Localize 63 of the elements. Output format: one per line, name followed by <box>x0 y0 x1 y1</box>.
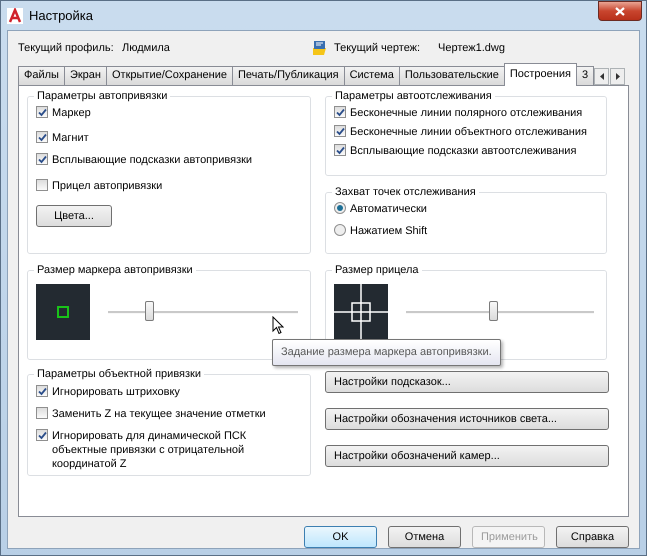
profile-label: Текущий профиль: <box>18 42 115 54</box>
radio-button[interactable] <box>334 202 346 214</box>
tab[interactable]: Экран <box>64 66 107 86</box>
colors-button[interactable]: Цвета... <box>36 205 112 227</box>
checkbox-label: Бесконечные линии полярного отслеживания <box>350 106 582 120</box>
left-arrow-icon <box>600 73 604 80</box>
group-title: Параметры объектной привязки <box>36 368 202 380</box>
scroll-left-button[interactable] <box>594 68 610 85</box>
checkbox-label: Бесконечные линии объектного отслеживания <box>350 125 587 139</box>
group-title: Параметры автоотслеживания <box>334 90 493 102</box>
settings-button[interactable]: Настройки подсказок... <box>325 371 609 393</box>
checkbox-label: Игнорировать для динамической ПСК объектные привязки с отрицательной координатой Z <box>52 429 248 471</box>
checkbox[interactable] <box>36 407 48 419</box>
tab[interactable]: Открытие/Сохранение <box>106 66 233 86</box>
checkbox-label: Маркер <box>52 106 91 120</box>
slider-thumb[interactable] <box>489 300 498 320</box>
radio-label: Нажатием Shift <box>350 224 428 238</box>
checkbox-label: Магнит <box>52 131 89 145</box>
checkbox[interactable] <box>36 106 48 118</box>
group-title: Размер прицела <box>334 264 420 276</box>
checkbox-label: Всплывающие подсказки автоотслеживания <box>350 144 576 158</box>
checkbox-label: Заменить Z на текущее значение отметки <box>52 407 266 421</box>
dialog-button[interactable]: OK <box>304 526 377 548</box>
dialog-button[interactable]: Отмена <box>388 526 461 548</box>
checkbox-label: Прицел автопривязки <box>52 179 162 193</box>
close-icon <box>615 6 625 16</box>
settings-button[interactable]: Настройки обозначения источников света... <box>325 408 609 430</box>
group-title: Размер маркера автопривязки <box>36 264 194 276</box>
tab[interactable]: Файлы <box>18 66 65 86</box>
tab[interactable]: Построения <box>504 63 577 86</box>
checkbox[interactable] <box>36 179 48 191</box>
square-marker-icon <box>57 306 69 318</box>
close-button[interactable] <box>598 1 642 21</box>
right-arrow-icon <box>616 73 620 80</box>
checkbox[interactable] <box>36 385 48 397</box>
crosshair-preview <box>334 284 388 340</box>
mouse-cursor-icon <box>272 316 284 335</box>
drawing-value: Чертеж1.dwg <box>438 42 505 54</box>
tab[interactable]: Печать/Публикация <box>232 66 345 86</box>
dialog-button[interactable]: Справка <box>556 526 629 548</box>
window-title: Настройка <box>29 8 94 23</box>
group-title: Захват точек отслеживания <box>334 186 477 198</box>
checkbox[interactable] <box>334 125 346 137</box>
checkbox[interactable] <box>334 144 346 156</box>
radio-label: Автоматически <box>350 202 427 216</box>
checkbox[interactable] <box>334 106 346 118</box>
group-title: Параметры автопривязки <box>36 90 168 102</box>
drawing-label: Текущий чертеж: <box>334 42 422 54</box>
radio-button[interactable] <box>334 224 346 236</box>
app-logo-icon <box>7 8 23 24</box>
checkbox-label: Всплывающие подсказки автопривязки <box>52 153 252 167</box>
tab[interactable]: Пользовательские <box>398 66 505 86</box>
checkbox-label: Игнорировать штриховку <box>52 385 180 399</box>
scroll-right-button[interactable] <box>610 68 626 85</box>
settings-button[interactable]: Настройки обозначений камер... <box>325 445 609 467</box>
checkbox[interactable] <box>36 131 48 143</box>
tab[interactable]: Система <box>344 66 400 86</box>
tooltip: Задание размера маркера автопривязки. <box>272 339 501 366</box>
checkbox[interactable] <box>36 153 48 165</box>
checkbox[interactable] <box>36 429 48 441</box>
slider-thumb[interactable] <box>144 300 154 320</box>
drawing-file-icon <box>312 40 328 56</box>
profile-value: Людмила <box>122 42 171 54</box>
